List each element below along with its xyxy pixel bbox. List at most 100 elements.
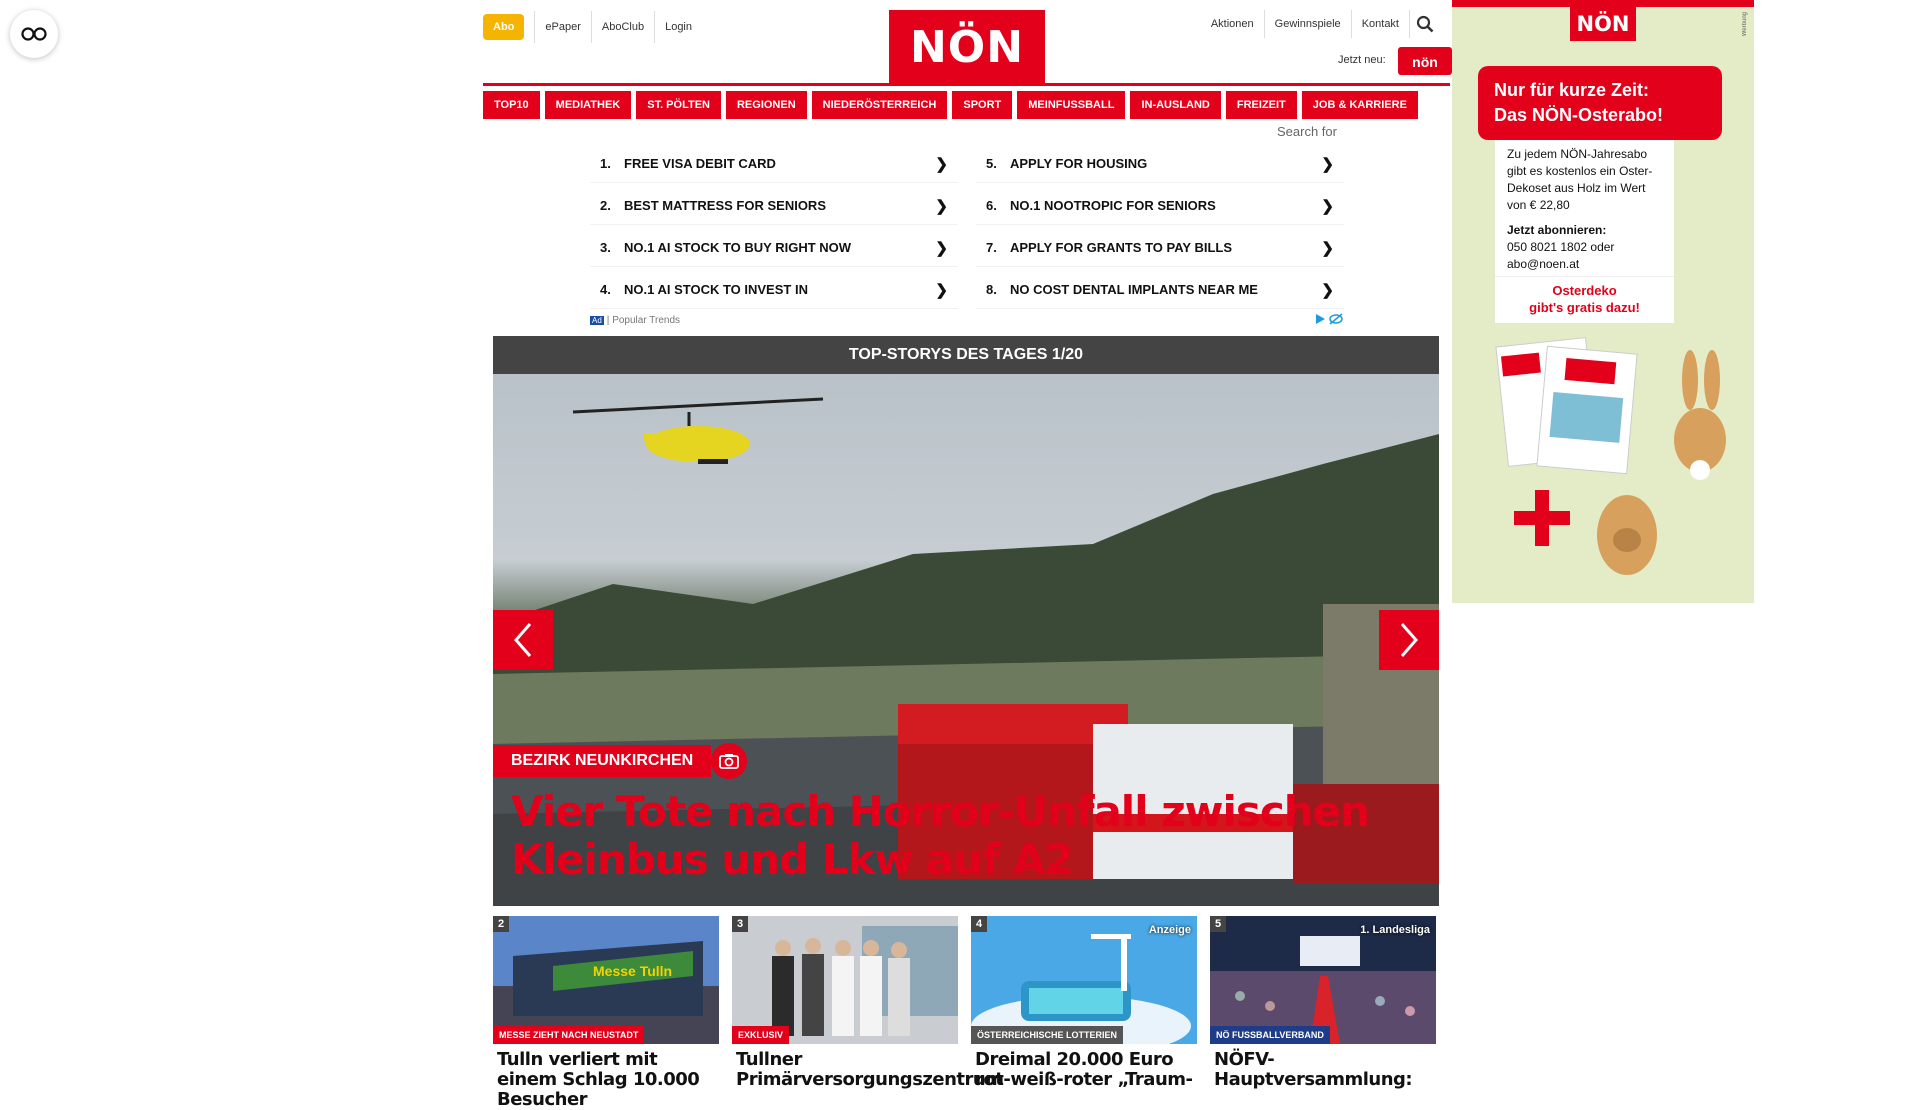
aboclub-link[interactable]: AboClub [590,11,654,43]
ad-number: 4. [600,282,611,297]
jetzt-neu-logo[interactable]: nön [1398,47,1452,75]
promo-headline-line-1: Nur für kurze Zeit: [1494,80,1650,100]
ad-number: 1. [600,156,611,171]
card-title[interactable]: Tulln verliert mit einem Schlag 10.000 B… [493,1050,719,1110]
nav-item-niederoesterreich[interactable]: NIEDERÖSTERREICH [811,91,948,119]
ad-provider-label[interactable]: Popular Trends [612,315,680,326]
site-logo[interactable]: NÖN [889,10,1045,84]
chevron-right-icon: ❯ [935,281,948,299]
promo-topbar [1452,0,1754,7]
gewinnspiele-link[interactable]: Gewinnspiele [1265,10,1352,38]
card-tag: Anzeige [1148,924,1191,936]
nav-item-regionen[interactable]: REGIONEN [725,91,807,119]
ad-number: 2. [600,198,611,213]
promo-cta-contact: 050 8021 1802 oder abo@noen.at [1507,240,1615,271]
nav-item-st-poelten[interactable]: ST. PÖLTEN [636,91,721,119]
ad-label: NO.1 AI STOCK TO BUY RIGHT NOW [624,240,852,255]
promo-body: Zu jedem NÖN-Jahresabo gibt es kostenlos… [1507,147,1653,212]
aktionen-link[interactable]: Aktionen [1201,10,1265,38]
ad-link[interactable]: 4. NO.1 AI STOCK TO INVEST IN ❯ [590,271,958,309]
card-number: 4 [971,916,988,932]
ad-link[interactable]: 1. FREE VISA DEBIT CARD ❯ [590,145,958,183]
camera-icon [719,754,739,769]
accessibility-button[interactable] [10,10,58,58]
chevron-left-icon [514,623,532,657]
jetzt-neu-label: Jetzt neu: [1338,54,1386,66]
abo-button[interactable]: Abo [483,14,525,40]
ad-number: 8. [986,282,997,297]
ad-link[interactable]: 8. NO COST DENTAL IMPLANTS NEAR ME ❯ [976,271,1344,309]
ad-label: FREE VISA DEBIT CARD [624,156,776,171]
ad-link[interactable]: 6. NO.1 NOOTROPIC FOR SENIORS ❯ [976,187,1344,225]
bunny-decoration-image [1674,350,1726,480]
hero-headline[interactable]: Vier Tote nach Horror-Unfall zwischen Kl… [511,788,1371,884]
promo-osterdeko-line-2: gibt's gratis dazu! [1529,300,1640,315]
ad-link[interactable]: 3. NO.1 AI STOCK TO BUY RIGHT NOW ❯ [590,229,958,267]
egg-decoration-image [1597,495,1657,575]
card-image: 4 Anzeige ÖSTERREICHISCHE LOTTERIEN [971,916,1197,1044]
ad-label: APPLY FOR GRANTS TO PAY BILLS [1010,240,1233,255]
top-links: Abo ePaper AboClub Login [483,11,702,43]
right-links: Aktionen Gewinnspiele Kontakt [1201,10,1440,38]
promo-logo: NÖN [1570,7,1636,41]
card-title[interactable]: NÖFV-Hauptversammlung: [1210,1050,1436,1090]
nav-item-mediathek[interactable]: MEDIATHEK [544,91,632,119]
promo-headline: Nur für kurze Zeit: Das NÖN-Osterabo! [1478,66,1722,140]
promo-banner[interactable]: NÖN Werbung Nur für kurze Zeit: Das NÖN-… [1452,0,1754,603]
prev-slide-button[interactable] [493,610,553,670]
nav-item-sport[interactable]: SPORT [952,91,1013,119]
ad-link[interactable]: 7. APPLY FOR GRANTS TO PAY BILLS ❯ [976,229,1344,267]
chevron-right-icon: ❯ [935,197,948,215]
ad-label: BEST MATTRESS FOR SENIORS [624,198,826,213]
card-tag: 1. Landesliga [1360,924,1430,936]
story-card[interactable]: 5 1. Landesliga NÖ FUSSBALLVERBAND NÖFV-… [1210,916,1436,1110]
card-title[interactable]: Tullner Primärversorgungszentrum [732,1050,1004,1090]
nav-item-job-karriere[interactable]: JOB & KARRIERE [1301,91,1418,119]
promo-cta-title: Jetzt abonnieren: [1507,223,1607,237]
story-card[interactable]: Messe Tulln 2 MESSE ZIEHT NACH NEUSTADT … [493,916,719,1110]
card-number: 3 [732,916,749,932]
main-nav: TOP10 MEDIATHEK ST. PÖLTEN REGIONEN NIED… [483,91,1450,119]
ad-link[interactable]: 2. BEST MATTRESS FOR SENIORS ❯ [590,187,958,225]
hero-story[interactable]: BEZIRK NEUNKIRCHEN Vier Tote nach Horror… [493,374,1439,906]
card-title[interactable]: Dreimal 20.000 Euro rot-weiß-roter „Trau… [971,1050,1197,1090]
chevron-right-icon: ❯ [935,239,948,257]
ad-number: 5. [986,156,997,171]
ad-label: NO COST DENTAL IMPLANTS NEAR ME [1010,282,1258,297]
nav-item-top10[interactable]: TOP10 [483,91,540,119]
chevron-right-icon [1400,623,1418,657]
epaper-link[interactable]: ePaper [534,11,590,43]
chevron-right-icon: ❯ [1321,197,1334,215]
nav-item-meinfussball[interactable]: MEINFUSSBALL [1017,91,1126,119]
accessibility-icon [21,27,47,41]
story-card[interactable]: 4 Anzeige ÖSTERREICHISCHE LOTTERIEN Drei… [971,916,1197,1110]
story-card[interactable]: 3 EXKLUSIV Tullner Primärversorgungszent… [732,916,1004,1110]
card-image: 3 EXKLUSIV [732,916,958,1044]
card-kicker: ÖSTERREICHISCHE LOTTERIEN [971,1026,1124,1044]
promo-osterdeko-line-1: Osterdeko [1552,283,1617,298]
ad-link[interactable]: 5. APPLY FOR HOUSING ❯ [976,145,1344,183]
card-kicker: EXKLUSIV [732,1026,790,1044]
next-slide-button[interactable] [1379,610,1439,670]
gallery-button[interactable] [711,743,747,779]
nav-item-in-ausland[interactable]: IN-AUSLAND [1130,91,1221,119]
nav-item-freizeit[interactable]: FREIZEIT [1225,91,1297,119]
card-number: 2 [493,916,510,932]
promo-side-text: Werbung [1742,12,1748,37]
search-button[interactable] [1410,10,1440,38]
top-stories-header: TOP-STORYS DES TAGES 1/20 [493,336,1439,374]
ad-number: 6. [986,198,997,213]
hero-kicker[interactable]: BEZIRK NEUNKIRCHEN [493,745,712,777]
card-kicker: MESSE ZIEHT NACH NEUSTADT [493,1026,645,1044]
card-image: Messe Tulln 2 MESSE ZIEHT NACH NEUSTADT [493,916,719,1044]
ad-label: NO.1 AI STOCK TO INVEST IN [624,282,808,297]
card-image: 5 1. Landesliga NÖ FUSSBALLVERBAND [1210,916,1436,1044]
chevron-right-icon: ❯ [1321,155,1334,173]
login-link[interactable]: Login [654,11,702,43]
chevron-right-icon: ❯ [1321,239,1334,257]
kontakt-link[interactable]: Kontakt [1352,10,1410,38]
card-kicker: NÖ FUSSBALLVERBAND [1210,1026,1330,1044]
ad-footer: Ad | Popular Trends [590,313,1344,328]
search-for-label[interactable]: Search for [1277,124,1337,139]
adchoices-icon[interactable] [1314,313,1344,328]
